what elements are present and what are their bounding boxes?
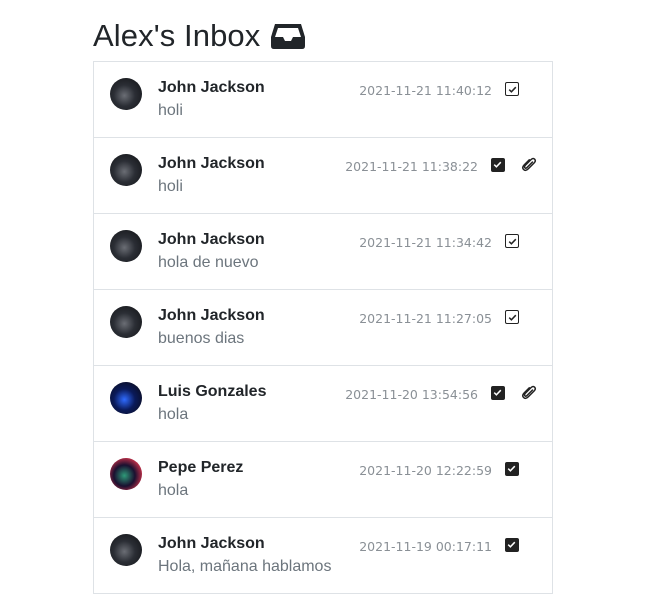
sender-name: Pepe Perez <box>158 459 244 476</box>
message-preview: hola <box>158 406 189 423</box>
avatar <box>110 382 142 414</box>
message-row[interactable]: Pepe Perez hola 2021-11-20 12:22:59 <box>94 442 552 518</box>
message-preview: holi <box>158 178 183 195</box>
message-date: 2021-11-21 11:38:22 <box>345 158 478 174</box>
sender-name: John Jackson <box>158 231 265 248</box>
message-date: 2021-11-21 11:34:42 <box>359 234 492 250</box>
message-date: 2021-11-21 11:40:12 <box>359 82 492 98</box>
sender-name: John Jackson <box>158 155 265 172</box>
inbox-icon <box>270 22 306 50</box>
message-preview: hola de nuevo <box>158 254 259 271</box>
message-preview: hola <box>158 482 189 499</box>
paperclip-icon[interactable] <box>521 156 537 174</box>
message-row[interactable]: John Jackson Hola, mañana hablamos 2021-… <box>94 518 552 594</box>
sender-name: John Jackson <box>158 79 265 96</box>
sender-name: John Jackson <box>158 535 265 552</box>
message-row[interactable]: John Jackson hola de nuevo 2021-11-21 11… <box>94 214 552 290</box>
message-preview: holi <box>158 102 183 119</box>
checkbox-icon[interactable] <box>505 538 519 552</box>
message-preview: Hola, mañana hablamos <box>158 558 332 575</box>
message-list: John Jackson holi 2021-11-21 11:40:12 Jo… <box>93 61 553 594</box>
sender-name: John Jackson <box>158 307 265 324</box>
avatar <box>110 534 142 566</box>
message-date: 2021-11-20 12:22:59 <box>359 462 492 478</box>
avatar <box>110 230 142 262</box>
avatar <box>110 78 142 110</box>
checkbox-icon[interactable] <box>505 82 519 96</box>
checkbox-icon[interactable] <box>505 234 519 248</box>
checkbox-icon[interactable] <box>491 158 505 172</box>
avatar <box>110 306 142 338</box>
message-row[interactable]: Luis Gonzales hola 2021-11-20 13:54:56 <box>94 366 552 442</box>
avatar <box>110 154 142 186</box>
message-date: 2021-11-19 00:17:11 <box>359 538 492 554</box>
message-date: 2021-11-21 11:27:05 <box>359 310 492 326</box>
checkbox-icon[interactable] <box>505 462 519 476</box>
message-row[interactable]: John Jackson holi 2021-11-21 11:40:12 <box>94 62 552 138</box>
message-row[interactable]: John Jackson buenos dias 2021-11-21 11:2… <box>94 290 552 366</box>
sender-name: Luis Gonzales <box>158 383 267 400</box>
page-title: Alex's Inbox <box>93 16 306 56</box>
paperclip-icon[interactable] <box>521 384 537 402</box>
checkbox-icon[interactable] <box>491 386 505 400</box>
message-row[interactable]: John Jackson holi 2021-11-21 11:38:22 <box>94 138 552 214</box>
checkbox-icon[interactable] <box>505 310 519 324</box>
message-preview: buenos dias <box>158 330 245 347</box>
page-title-text: Alex's Inbox <box>93 18 261 53</box>
message-date: 2021-11-20 13:54:56 <box>345 386 478 402</box>
avatar <box>110 458 142 490</box>
